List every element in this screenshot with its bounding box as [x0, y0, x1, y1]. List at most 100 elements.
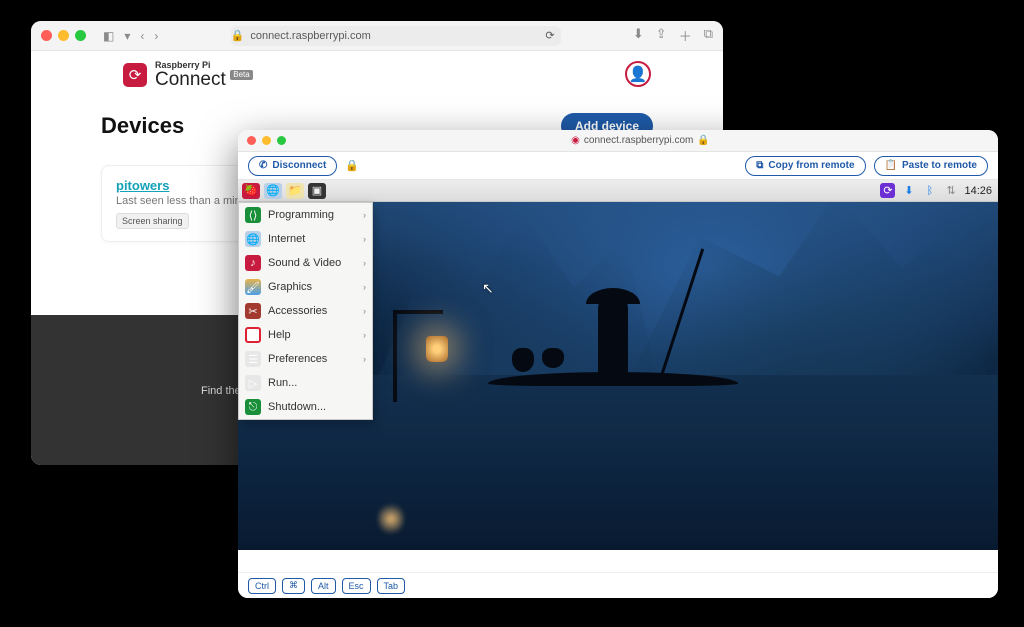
- wifi-icon[interactable]: ⇅: [943, 183, 958, 198]
- brand-row: ⟳ Raspberry Pi Connect Beta: [31, 51, 723, 95]
- copy-label: Copy from remote: [768, 160, 854, 171]
- reload-icon[interactable]: ⟳: [545, 29, 560, 42]
- shutdown-icon: ⎋: [245, 399, 261, 415]
- phone-hangup-icon: ✆: [259, 160, 267, 171]
- key-alt[interactable]: Alt: [311, 578, 336, 594]
- raspberry-favicon-icon: ◉: [571, 135, 580, 146]
- web-browser-icon[interactable]: 🌐: [264, 183, 282, 199]
- avatar[interactable]: 👤: [625, 61, 651, 87]
- help-icon: ⦿: [245, 327, 261, 343]
- menu-label: Shutdown...: [268, 401, 366, 413]
- paste-to-remote-button[interactable]: 📋 Paste to remote: [874, 156, 988, 176]
- window-controls: [41, 30, 86, 41]
- updates-icon[interactable]: ⬇: [901, 183, 916, 198]
- terminal-icon[interactable]: ▣: [308, 183, 326, 199]
- remote-desktop-viewport[interactable]: ↖ 🍓 🌐 📁 ▣ ⟳ ⬇ ᛒ ⇅ 14:26 ⟨⟩ Programming ›: [238, 180, 998, 550]
- brand-big: Connect: [155, 69, 226, 90]
- accessories-icon: ✂: [245, 303, 261, 319]
- chevron-right-icon: ›: [363, 210, 366, 220]
- forward-icon[interactable]: ›: [154, 29, 158, 43]
- download-icon[interactable]: ⬇: [633, 26, 644, 45]
- menu-label: Internet: [268, 233, 356, 245]
- remote-cursor-icon: ↖: [482, 280, 494, 297]
- clock[interactable]: 14:26: [964, 185, 992, 197]
- menu-item-help[interactable]: ⦿ Help ›: [239, 323, 372, 347]
- raspberry-icon: ⟳: [123, 63, 147, 87]
- wallpaper-lantern: [426, 336, 448, 362]
- device-badge: Screen sharing: [116, 213, 189, 229]
- address-bar[interactable]: 🔒 connect.raspberrypi.com ⟳: [231, 26, 561, 46]
- share-icon[interactable]: ⇪: [656, 26, 667, 45]
- connect-systray-icon[interactable]: ⟳: [880, 183, 895, 198]
- key-esc[interactable]: Esc: [342, 578, 371, 594]
- menu-label: Programming: [268, 209, 356, 221]
- chevron-right-icon: ›: [363, 330, 366, 340]
- menu-label: Help: [268, 329, 356, 341]
- zoom-icon[interactable]: [277, 136, 286, 145]
- browser-window-remote: ◉ connect.raspberrypi.com 🔒 ✆ Disconnect…: [238, 130, 998, 598]
- paste-label: Paste to remote: [902, 160, 977, 171]
- chevron-right-icon: ›: [363, 282, 366, 292]
- copy-from-remote-button[interactable]: ⧉ Copy from remote: [745, 156, 865, 176]
- menu-item-sound-video[interactable]: ♪ Sound & Video ›: [239, 251, 372, 275]
- graphics-icon: 🖌: [245, 279, 261, 295]
- new-tab-icon[interactable]: ＋: [679, 26, 692, 45]
- disconnect-label: Disconnect: [272, 160, 326, 171]
- file-manager-icon[interactable]: 📁: [286, 183, 304, 199]
- menu-label: Sound & Video: [268, 257, 356, 269]
- window-title: connect.raspberrypi.com: [584, 135, 694, 146]
- applications-menu: ⟨⟩ Programming › 🌐 Internet › ♪ Sound & …: [238, 202, 373, 420]
- virtual-key-bar: Ctrl ⌘ Alt Esc Tab: [238, 572, 998, 598]
- menu-label: Run...: [268, 377, 366, 389]
- menu-item-shutdown[interactable]: ⎋ Shutdown...: [239, 395, 372, 419]
- chevron-down-icon[interactable]: ▾: [124, 29, 130, 43]
- connect-toolbar: ✆ Disconnect 🔒 ⧉ Copy from remote 📋 Past…: [238, 152, 998, 180]
- tabs-icon[interactable]: ⧉: [704, 26, 713, 45]
- footer-text: Find the: [201, 385, 241, 397]
- pi-taskbar: 🍓 🌐 📁 ▣ ⟳ ⬇ ᛒ ⇅ 14:26: [238, 180, 998, 202]
- menu-item-graphics[interactable]: 🖌 Graphics ›: [239, 275, 372, 299]
- beta-badge: Beta: [230, 70, 252, 80]
- titlebar: ◉ connect.raspberrypi.com 🔒: [238, 130, 998, 152]
- address-text: connect.raspberrypi.com: [250, 30, 370, 42]
- page-title: Devices: [101, 113, 184, 139]
- close-icon[interactable]: [247, 136, 256, 145]
- menu-item-preferences[interactable]: ☰ Preferences ›: [239, 347, 372, 371]
- programming-icon: ⟨⟩: [245, 207, 261, 223]
- bluetooth-icon[interactable]: ᛒ: [922, 183, 937, 198]
- key-tab[interactable]: Tab: [377, 578, 406, 594]
- preferences-icon: ☰: [245, 351, 261, 367]
- chevron-right-icon: ›: [363, 354, 366, 364]
- lock-icon: 🔒: [345, 159, 359, 172]
- lock-icon: 🔒: [231, 29, 245, 42]
- wallpaper-fisherman: [508, 244, 708, 404]
- disconnect-button[interactable]: ✆ Disconnect: [248, 156, 337, 176]
- applications-menu-icon[interactable]: 🍓: [242, 183, 260, 199]
- menu-label: Accessories: [268, 305, 356, 317]
- menu-label: Graphics: [268, 281, 356, 293]
- menu-item-programming[interactable]: ⟨⟩ Programming ›: [239, 203, 372, 227]
- menu-item-accessories[interactable]: ✂ Accessories ›: [239, 299, 372, 323]
- close-icon[interactable]: [41, 30, 52, 41]
- paste-icon: 📋: [885, 160, 897, 171]
- zoom-icon[interactable]: [75, 30, 86, 41]
- menu-item-internet[interactable]: 🌐 Internet ›: [239, 227, 372, 251]
- copy-icon: ⧉: [756, 160, 763, 171]
- internet-icon: 🌐: [245, 231, 261, 247]
- key-ctrl[interactable]: Ctrl: [248, 578, 276, 594]
- chevron-right-icon: ›: [363, 306, 366, 316]
- key-super[interactable]: ⌘: [282, 578, 305, 594]
- lock-icon: 🔒: [697, 135, 709, 146]
- toolbar-left-icons: ◧ ▾ ‹ ›: [103, 29, 158, 43]
- minimize-icon[interactable]: [262, 136, 271, 145]
- sidebar-icon[interactable]: ◧: [103, 29, 114, 43]
- minimize-icon[interactable]: [58, 30, 69, 41]
- back-icon[interactable]: ‹: [140, 29, 144, 43]
- chevron-right-icon: ›: [363, 258, 366, 268]
- menu-item-run[interactable]: ▷ Run...: [239, 371, 372, 395]
- run-icon: ▷: [245, 375, 261, 391]
- sound-video-icon: ♪: [245, 255, 261, 271]
- menu-label: Preferences: [268, 353, 356, 365]
- wallpaper-lantern-reflection: [378, 502, 404, 536]
- chevron-right-icon: ›: [363, 234, 366, 244]
